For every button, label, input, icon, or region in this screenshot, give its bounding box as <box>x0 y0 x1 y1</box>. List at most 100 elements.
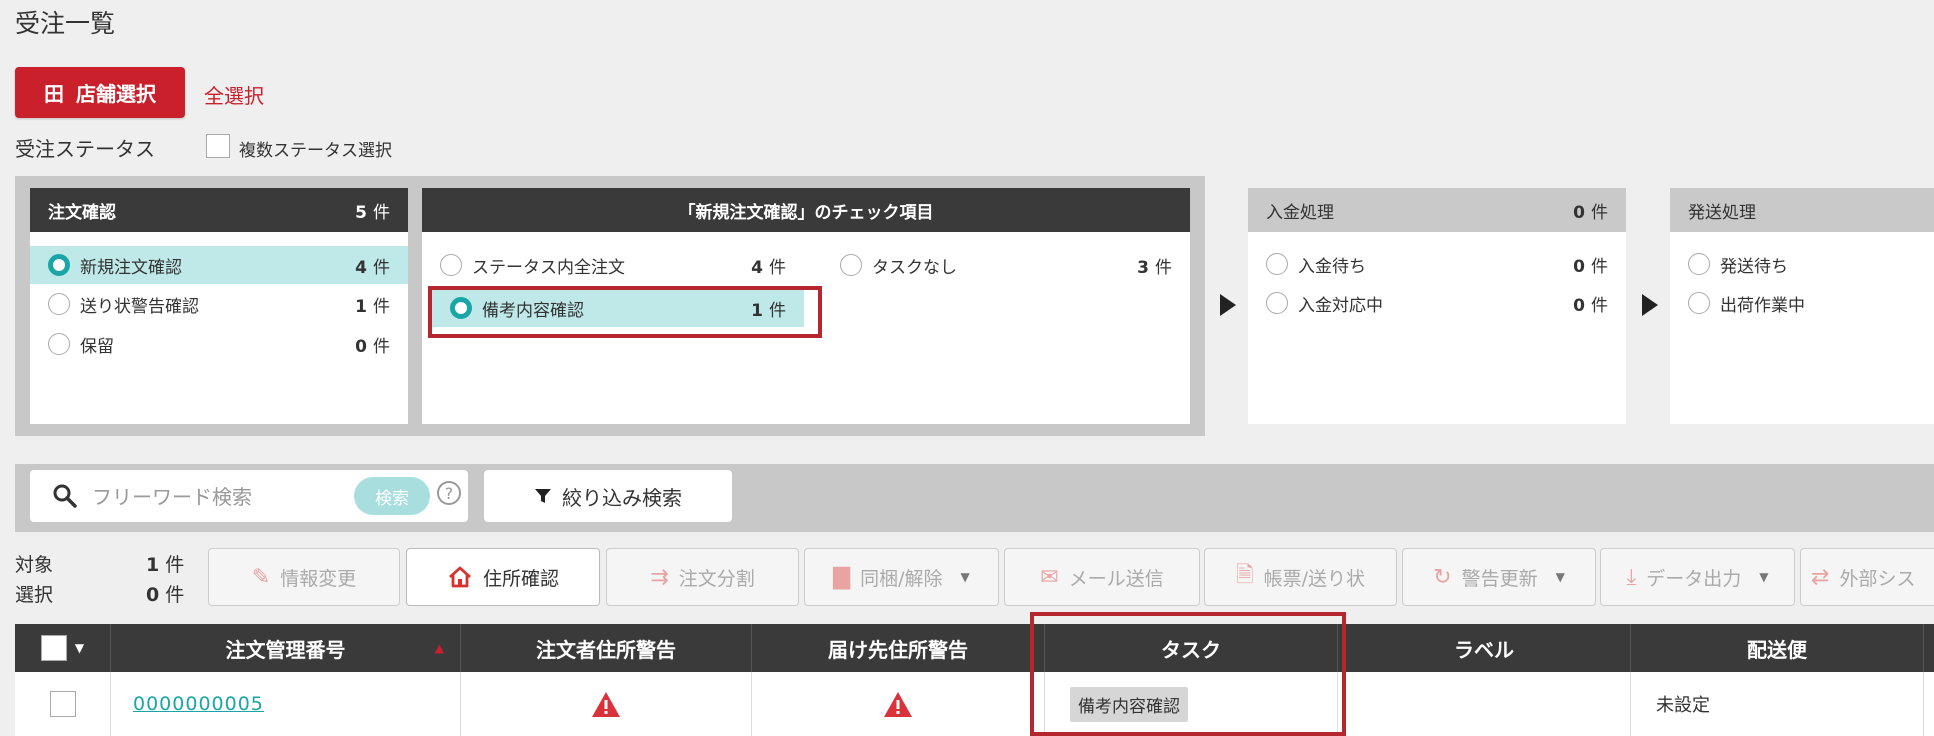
target-unit: 件 <box>165 554 185 576</box>
toolbar-label: データ出力 <box>1646 567 1742 590</box>
check-item-all-orders[interactable]: ステータス内全注文 4件 <box>422 246 804 284</box>
send-mail-button[interactable]: ✉ メール送信 <box>1004 548 1200 606</box>
status-item-count: 1 <box>355 296 367 317</box>
sort-asc-icon[interactable]: ▲ <box>435 641 444 655</box>
transfer-icon: ⇄ <box>1811 564 1830 590</box>
delivery-warning-cell <box>752 672 1045 736</box>
status-item-unit: 件 <box>1591 295 1608 316</box>
search-button[interactable]: 検索 <box>354 477 430 515</box>
status-item-count: 0 <box>1573 295 1585 316</box>
column-delivery-address-warning[interactable]: 届け先住所警告 <box>752 624 1045 672</box>
status-item-unit: 件 <box>373 257 390 278</box>
dropdown-caret-icon: ▼ <box>960 570 970 584</box>
column-customer-address-warning[interactable]: 注文者住所警告 <box>461 624 752 672</box>
group-title: 入金処理 <box>1266 202 1334 223</box>
radio-icon[interactable] <box>1266 253 1288 275</box>
split-icon: ⇉ <box>650 564 669 590</box>
check-item-count: 4 <box>751 257 763 278</box>
refresh-icon: ↻ <box>1433 564 1452 590</box>
selected-label: 選択 <box>15 584 54 606</box>
column-label-col[interactable]: ラベル <box>1338 624 1631 672</box>
status-item-hold[interactable]: 保留 0件 <box>30 325 408 363</box>
select-all-cell[interactable]: ▼ <box>15 624 111 672</box>
row-checkbox[interactable] <box>49 691 76 717</box>
radio-icon[interactable] <box>1266 292 1288 314</box>
bundle-button[interactable]: ▇ 同梱/解除 ▼ <box>804 548 999 606</box>
check-item-label: タスクなし <box>872 257 957 278</box>
house-icon <box>449 566 471 588</box>
split-order-button[interactable]: ⇉ 注文分割 <box>606 548 799 606</box>
status-item-label: 保留 <box>80 336 114 357</box>
payment-header: 入金処理 0件 <box>1248 188 1626 232</box>
column-label: 配送便 <box>1747 637 1807 662</box>
column-order-no[interactable]: 注文管理番号 ▲ <box>111 624 461 672</box>
radio-icon[interactable] <box>1688 292 1710 314</box>
filter-search-label: 絞り込み検索 <box>562 485 682 510</box>
status-item-payment-handling[interactable]: 入金対応中 0件 <box>1248 284 1626 322</box>
delivery-cell: 未設定 <box>1631 672 1924 736</box>
check-items-header: 「新規注文確認」のチェック項目 <box>422 188 1190 232</box>
group-count: 5 <box>355 202 367 223</box>
status-item-label: 入金待ち <box>1298 256 1366 277</box>
chevron-down-icon[interactable]: ▼ <box>75 641 84 655</box>
status-item-shipping-work[interactable]: 出荷作業中 <box>1670 284 1934 322</box>
check-item-count: 3 <box>1137 257 1149 278</box>
store-select-button[interactable]: 田 店舗選択 <box>15 67 185 118</box>
column-label: ラベル <box>1454 637 1514 662</box>
radio-icon[interactable] <box>48 293 70 315</box>
status-item-label-warning[interactable]: 送り状警告確認 1件 <box>30 285 408 323</box>
external-system-button[interactable]: ⇄ 外部シス <box>1800 548 1934 606</box>
radio-icon[interactable] <box>1688 253 1710 275</box>
group-count: 0 <box>1573 202 1585 223</box>
radio-icon[interactable] <box>48 333 70 355</box>
highlight-box-task <box>1030 612 1346 736</box>
search-input[interactable] <box>90 482 349 512</box>
customer-warning-cell <box>461 672 752 736</box>
data-export-button[interactable]: ⤓ データ出力 ▼ <box>1600 548 1795 606</box>
select-all-link[interactable]: 全選択 <box>204 80 264 109</box>
group-title: 注文確認 <box>48 202 116 223</box>
group-unit: 件 <box>1591 202 1608 223</box>
column-label: 注文管理番号 <box>225 637 346 662</box>
filter-search-button[interactable]: 絞り込み検索 <box>484 470 732 522</box>
target-count: 1 <box>146 554 160 576</box>
delivery-value: 未設定 <box>1656 695 1710 716</box>
order-status-label: 受注ステータス <box>15 137 155 161</box>
filter-icon <box>535 489 551 503</box>
summary-counts: 1 件 0 件 <box>146 550 184 610</box>
warning-icon <box>884 691 912 717</box>
status-item-new-order[interactable]: 新規注文確認 4件 <box>30 246 408 284</box>
check-item-label: ステータス内全注文 <box>472 257 625 278</box>
help-icon[interactable]: ? <box>437 481 461 505</box>
status-item-unit: 件 <box>373 336 390 357</box>
forms-button[interactable]: 🗎 帳票/送り状 <box>1204 548 1397 606</box>
bundle-icon: ▇ <box>833 564 851 590</box>
status-item-label: 送り状警告確認 <box>80 296 199 317</box>
arrow-right-icon <box>1642 294 1658 316</box>
status-item-label: 新規注文確認 <box>80 257 182 278</box>
update-warning-button[interactable]: ↻ 警告更新 ▼ <box>1402 548 1596 606</box>
highlight-box-remarks <box>428 286 822 338</box>
radio-icon[interactable] <box>440 254 462 276</box>
column-label: 注文者住所警告 <box>536 637 676 662</box>
status-item-unit: 件 <box>1591 256 1608 277</box>
select-all-checkbox[interactable] <box>40 635 67 661</box>
warning-icon <box>592 691 620 717</box>
order-no-link[interactable]: 0000000005 <box>133 693 264 715</box>
group-unit: 件 <box>373 202 390 223</box>
dropdown-caret-icon: ▼ <box>1759 570 1769 584</box>
store-icon: 田 <box>44 82 64 106</box>
group-title: 発送処理 <box>1688 202 1756 223</box>
status-item-awaiting-payment[interactable]: 入金待ち 0件 <box>1248 245 1626 283</box>
edit-info-button[interactable]: ✎ 情報変更 <box>208 548 400 606</box>
multi-status-checkbox[interactable] <box>206 134 230 158</box>
column-delivery[interactable]: 配送便 <box>1631 624 1924 672</box>
row-checkbox-cell <box>15 672 111 736</box>
toolbar-label: 外部シス <box>1839 567 1916 590</box>
check-item-no-task[interactable]: タスクなし 3件 <box>822 246 1190 284</box>
radio-checked-icon[interactable] <box>48 254 70 276</box>
dropdown-caret-icon: ▼ <box>1555 570 1565 584</box>
status-item-awaiting-shipment[interactable]: 発送待ち <box>1670 245 1934 283</box>
address-check-button[interactable]: 住所確認 <box>406 548 600 606</box>
radio-icon[interactable] <box>840 254 862 276</box>
